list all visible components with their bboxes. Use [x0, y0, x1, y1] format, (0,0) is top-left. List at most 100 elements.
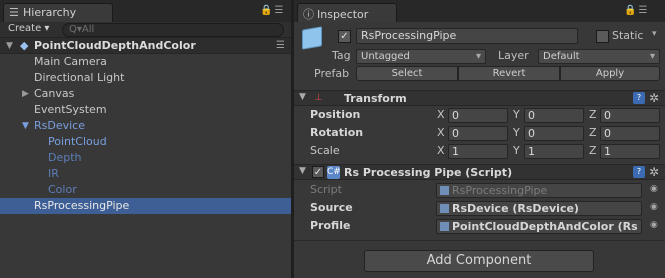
hierarchy-item-depth[interactable]: Depth: [0, 150, 291, 166]
hierarchy-panel: ☰ Hierarchy 🔒☰ Create ▾ Q▾All ▼ ◆ PointCl…: [0, 0, 291, 278]
script-label: Script: [310, 183, 342, 196]
axis-x-label: X: [437, 144, 445, 157]
axis-z-label: Z: [589, 144, 597, 157]
chevron-down-icon[interactable]: ▼: [22, 118, 29, 134]
help-book-icon[interactable]: ?: [633, 166, 645, 178]
help-book-icon[interactable]: ?: [633, 92, 645, 104]
source-value: RsDevice (RsDevice): [452, 202, 579, 215]
hierarchy-item-eventsystem[interactable]: EventSystem: [0, 102, 291, 118]
prefab-apply-button[interactable]: Apply: [560, 66, 660, 81]
chevron-down-icon[interactable]: ▼: [299, 92, 306, 102]
axis-y-label: Y: [513, 126, 520, 139]
profile-label: Profile: [310, 219, 351, 232]
axis-x-label: X: [437, 126, 445, 139]
scene-row[interactable]: ▼ ◆ PointCloudDepthAndColor ☰: [0, 38, 291, 54]
axis-y-label: Y: [513, 144, 520, 157]
scale-x-field[interactable]: 1: [448, 144, 508, 159]
position-y-field[interactable]: 0: [524, 108, 584, 123]
gear-icon[interactable]: ✲: [649, 165, 659, 179]
axis-z-label: Z: [589, 108, 597, 121]
hierarchy-tab-bar: ☰ Hierarchy 🔒☰: [0, 0, 291, 22]
axis-y-label: Y: [513, 108, 520, 121]
script-value: RsProcessingPipe: [452, 184, 548, 197]
item-label: RsDevice: [34, 119, 85, 132]
hierarchy-item-main-camera[interactable]: Main Camera: [0, 54, 291, 70]
profile-object-field[interactable]: PointCloudDepthAndColor (Rs: [436, 219, 642, 234]
layer-label: Layer: [498, 49, 529, 62]
scale-y-field[interactable]: 1: [524, 144, 584, 159]
script-object-field: RsProcessingPipe: [436, 183, 642, 198]
prefab-select-button[interactable]: Select: [356, 66, 458, 81]
hierarchy-list-icon: ☰: [9, 6, 19, 19]
hierarchy-item-color[interactable]: Color: [0, 182, 291, 198]
chevron-down-icon[interactable]: ▼: [299, 166, 306, 176]
gameobject-ref-icon: [440, 204, 449, 213]
scene-menu-icon[interactable]: ☰: [276, 38, 285, 54]
object-name-field[interactable]: RsProcessingPipe: [356, 28, 578, 44]
create-dropdown[interactable]: Create ▾: [4, 23, 53, 37]
hierarchy-item-rsprocessingpipe[interactable]: RsProcessingPipe: [0, 198, 291, 214]
hierarchy-item-rsdevice[interactable]: ▼ RsDevice: [0, 118, 291, 134]
chevron-right-icon[interactable]: ▶: [22, 86, 29, 102]
axis-z-label: Z: [589, 126, 597, 139]
item-label: Depth: [48, 151, 82, 164]
object-picker-icon[interactable]: ◉: [650, 202, 658, 212]
add-component-button[interactable]: Add Component: [364, 250, 594, 272]
hierarchy-item-ir[interactable]: IR: [0, 166, 291, 182]
hierarchy-search-input[interactable]: Q▾All: [62, 23, 284, 37]
tab-lock-menu-icon[interactable]: 🔒☰: [260, 5, 285, 16]
item-label: Main Camera: [34, 55, 107, 68]
hierarchy-tab-label: Hierarchy: [23, 6, 77, 19]
tab-hierarchy[interactable]: ☰ Hierarchy: [3, 3, 113, 22]
rotation-z-field[interactable]: 0: [600, 126, 660, 141]
source-object-field[interactable]: RsDevice (RsDevice): [436, 201, 642, 216]
inspector-panel: ⓘ Inspector 🔒☰ ✓ RsProcessingPipe Static …: [294, 0, 665, 278]
csharp-script-icon: C#: [327, 166, 341, 179]
item-label: Directional Light: [34, 71, 125, 84]
tag-dropdown[interactable]: Untagged: [356, 49, 486, 64]
hierarchy-item-directional-light[interactable]: Directional Light: [0, 70, 291, 86]
item-label: Canvas: [34, 87, 75, 100]
component-enabled-checkbox[interactable]: ✓: [312, 166, 324, 178]
tab-lock-menu-icon[interactable]: 🔒☰: [624, 5, 649, 16]
item-label: Color: [48, 183, 77, 196]
scale-label: Scale: [310, 144, 340, 157]
transform-axes-icon: ⊥: [314, 93, 323, 103]
script-component-header[interactable]: ▼ ✓ C# Rs Processing Pipe (Script) ? ✲: [294, 164, 665, 180]
hierarchy-item-canvas[interactable]: ▶ Canvas: [0, 86, 291, 102]
position-label: Position: [310, 108, 361, 121]
object-picker-icon[interactable]: ◉: [650, 184, 658, 194]
prefab-revert-button[interactable]: Revert: [458, 66, 560, 81]
unity-scene-icon: ◆: [20, 39, 29, 52]
static-dropdown-icon[interactable]: ▾: [652, 29, 657, 39]
rotation-label: Rotation: [310, 126, 364, 139]
tag-label: Tag: [332, 49, 351, 62]
rotation-x-field[interactable]: 0: [448, 126, 508, 141]
position-z-field[interactable]: 0: [600, 108, 660, 123]
scene-name: PointCloudDepthAndColor: [34, 39, 196, 52]
axis-x-label: X: [437, 108, 445, 121]
object-picker-icon[interactable]: ◉: [650, 220, 658, 230]
layer-dropdown[interactable]: Default: [538, 49, 660, 64]
gear-icon[interactable]: ✲: [649, 91, 659, 105]
item-label: PointCloud: [48, 135, 107, 148]
script-component-title: Rs Processing Pipe (Script): [344, 166, 513, 179]
position-x-field[interactable]: 0: [448, 108, 508, 123]
item-label: IR: [48, 167, 59, 180]
static-checkbox[interactable]: [596, 30, 609, 43]
active-checkbox[interactable]: ✓: [338, 30, 351, 43]
profile-value: PointCloudDepthAndColor (Rs: [452, 220, 638, 233]
scale-z-field[interactable]: 1: [600, 144, 660, 159]
chevron-down-icon[interactable]: ▼: [6, 38, 13, 54]
rotation-y-field[interactable]: 0: [524, 126, 584, 141]
transform-title: Transform: [344, 92, 407, 105]
item-label: EventSystem: [34, 103, 107, 116]
inspector-tab-bar: ⓘ Inspector 🔒☰: [294, 0, 665, 22]
inspector-tab-label: Inspector: [317, 8, 369, 21]
script-file-icon: [440, 186, 449, 195]
tab-inspector[interactable]: ⓘ Inspector: [297, 3, 397, 22]
info-icon: ⓘ: [303, 8, 314, 21]
transform-header[interactable]: ▼ ⊥ Transform ? ✲: [294, 90, 665, 106]
hierarchy-item-pointcloud[interactable]: PointCloud: [0, 134, 291, 150]
asset-ref-icon: [440, 222, 449, 231]
